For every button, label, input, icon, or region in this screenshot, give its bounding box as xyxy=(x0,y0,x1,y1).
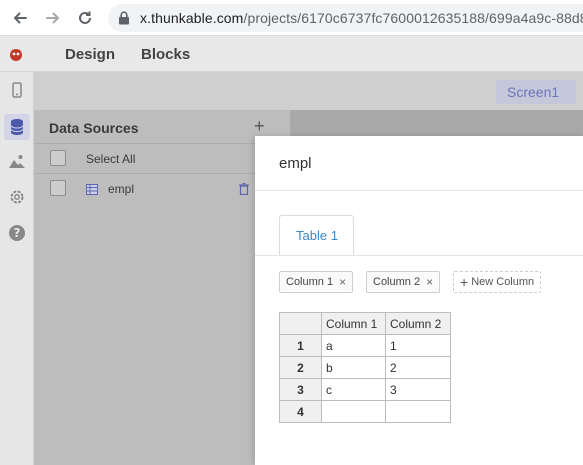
select-all-label: Select All xyxy=(86,152,136,166)
tab-table-1[interactable]: Table 1 xyxy=(279,215,354,255)
row-number: 2 xyxy=(279,356,322,379)
url-domain: x.thunkable.com xyxy=(140,10,244,26)
table-cell[interactable]: 2 xyxy=(385,356,451,379)
thunkable-logo[interactable] xyxy=(8,46,24,62)
new-column-button[interactable]: + New Column xyxy=(453,271,542,293)
url-path: /projects/6170c6737fc7600012635188/699a4… xyxy=(243,10,583,26)
table-cell[interactable]: b xyxy=(321,356,386,379)
column-chip-label: Column 2 xyxy=(373,276,421,288)
row-number: 4 xyxy=(279,400,322,423)
image-icon[interactable] xyxy=(7,151,27,171)
column-header[interactable]: Column 2 xyxy=(385,312,451,335)
close-icon[interactable]: × xyxy=(426,275,433,289)
row-number: 3 xyxy=(279,378,322,401)
data-sources-panel: Data Sources + Select All empl xyxy=(34,110,290,465)
tab-label: Table 1 xyxy=(296,228,338,243)
url-text: x.thunkable.com/projects/6170c6737fc7600… xyxy=(140,10,583,26)
data-grid: Column 1 Column 2 1 a 1 2 b 2 3 c 3 4 xyxy=(279,312,451,423)
help-icon[interactable]: ? xyxy=(7,223,27,243)
row-number: 1 xyxy=(279,334,322,357)
table-icon xyxy=(86,182,98,200)
select-all-checkbox[interactable] xyxy=(50,150,66,166)
column-chip[interactable]: Column 1 × xyxy=(279,271,354,293)
database-icon[interactable] xyxy=(4,114,30,140)
close-icon[interactable]: × xyxy=(339,275,346,289)
trash-icon[interactable] xyxy=(239,182,249,200)
browser-toolbar: x.thunkable.com/projects/6170c6737fc7600… xyxy=(0,0,583,36)
modal-title: empl xyxy=(279,155,312,172)
new-column-label: New Column xyxy=(471,276,535,288)
table-cell[interactable] xyxy=(385,400,451,423)
table-cell[interactable] xyxy=(321,400,386,423)
back-arrow-icon[interactable] xyxy=(10,8,30,28)
table-row: 2 b 2 xyxy=(279,356,451,379)
table-cell[interactable]: 1 xyxy=(385,334,451,357)
screen-selector[interactable]: Screen1 xyxy=(496,80,576,104)
column-chip-label: Column 1 xyxy=(286,276,334,288)
column-header[interactable]: Column 1 xyxy=(321,312,386,335)
address-bar[interactable]: x.thunkable.com/projects/6170c6737fc7600… xyxy=(108,4,583,32)
item-checkbox[interactable] xyxy=(50,180,66,196)
phone-icon[interactable] xyxy=(7,80,27,100)
table-cell[interactable]: a xyxy=(321,334,386,357)
left-rail: ? xyxy=(0,72,34,465)
select-all-row: Select All xyxy=(34,143,290,173)
table-cell[interactable]: 3 xyxy=(385,378,451,401)
data-table-modal: empl Table 1 Column 1 × Column 2 × + New… xyxy=(255,136,583,465)
tab-design[interactable]: Design xyxy=(65,46,115,63)
add-data-source-button[interactable]: + xyxy=(254,116,265,137)
plus-icon: + xyxy=(460,274,469,290)
table-row: 1 a 1 xyxy=(279,334,451,357)
forward-arrow-icon[interactable] xyxy=(43,8,63,28)
table-row: 4 xyxy=(279,400,451,423)
data-source-name: empl xyxy=(108,182,135,196)
gear-icon[interactable] xyxy=(7,187,27,207)
table-row: 3 c 3 xyxy=(279,378,451,401)
lock-icon[interactable] xyxy=(118,11,130,30)
list-item[interactable]: empl xyxy=(34,173,290,203)
column-chip[interactable]: Column 2 × xyxy=(366,271,441,293)
svg-text:?: ? xyxy=(14,226,21,240)
table-header-row: Column 1 Column 2 xyxy=(279,312,451,335)
data-sources-title: Data Sources xyxy=(49,120,139,136)
modal-divider xyxy=(255,190,583,191)
tab-divider xyxy=(255,255,583,256)
corner-cell xyxy=(279,312,322,335)
tab-blocks[interactable]: Blocks xyxy=(141,46,190,63)
reload-icon[interactable] xyxy=(75,8,95,28)
table-cell[interactable]: c xyxy=(321,378,386,401)
app-header: Design Blocks xyxy=(0,36,583,72)
